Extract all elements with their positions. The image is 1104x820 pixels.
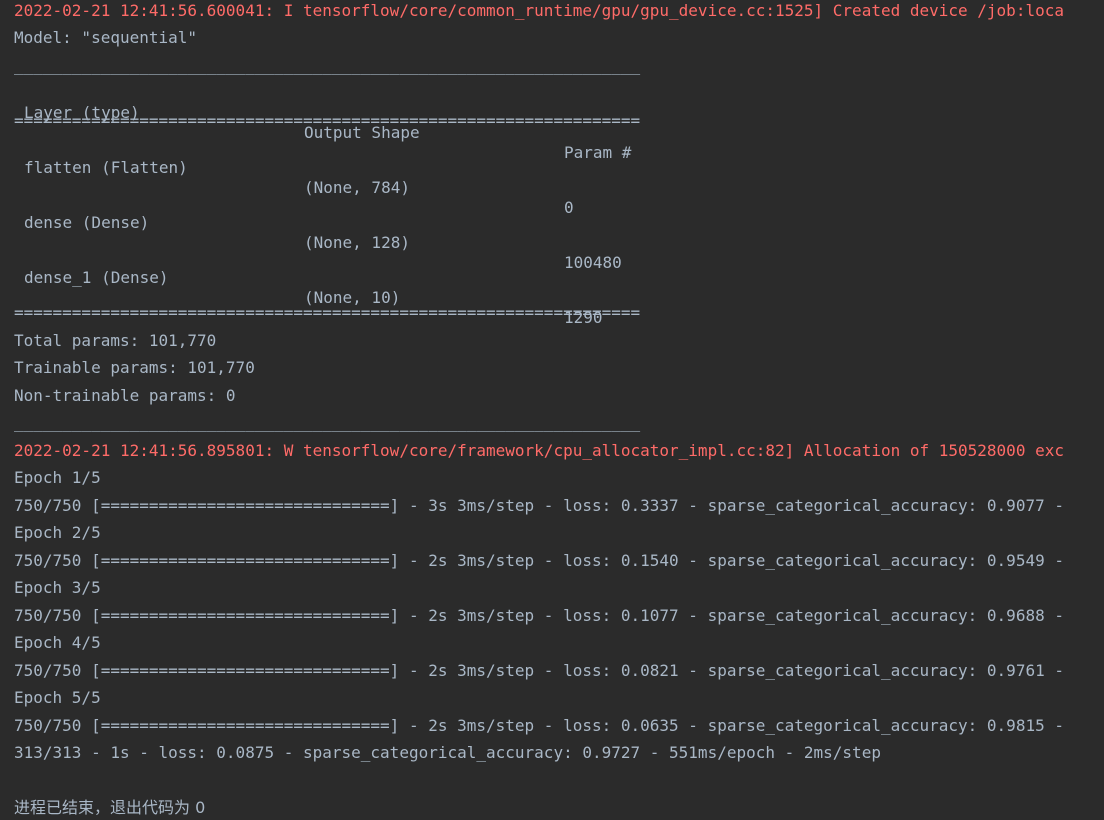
epoch-progress-line: 750/750 [==============================]… [14, 496, 1064, 515]
summary-footer-rule: ========================================… [14, 303, 641, 322]
epoch-progress-line: 750/750 [==============================]… [14, 716, 1064, 735]
layer-row: dense_1 (Dense) (None, 10) 1290 [14, 248, 714, 327]
layer-name: dense_1 (Dense) [24, 268, 169, 287]
summary-bottom-rule: ________________________________________… [14, 413, 641, 432]
process-exit-message: 进程已结束，退出代码为 0 [14, 798, 205, 818]
non-trainable-params-line: Non-trainable params: 0 [14, 386, 236, 405]
layer-row: flatten (Flatten) (None, 784) 0 [14, 138, 714, 217]
evaluation-result-line: 313/313 - 1s - loss: 0.0875 - sparse_cat… [14, 743, 881, 762]
allocation-warning-log-line: 2022-02-21 12:41:56.895801: W tensorflow… [14, 441, 1064, 460]
process-exit-text: 进程已结束，退出代码为 0 [14, 798, 206, 817]
layer-name: flatten (Flatten) [24, 158, 188, 177]
gpu-device-log-line: 2022-02-21 12:41:56.600041: I tensorflow… [14, 1, 1064, 20]
epoch-label: Epoch 4/5 [14, 633, 101, 652]
run-console-output[interactable]: 2022-02-21 12:41:56.600041: I tensorflow… [0, 0, 1104, 820]
epoch-progress-line: 750/750 [==============================]… [14, 606, 1064, 625]
epoch-progress-line: 750/750 [==============================]… [14, 551, 1064, 570]
layer-name: dense (Dense) [24, 213, 150, 232]
trainable-params-line: Trainable params: 101,770 [14, 358, 255, 377]
model-name-line: Model: "sequential" [14, 28, 198, 47]
summary-header-rule: ========================================… [14, 111, 641, 130]
epoch-progress-line: 750/750 [==============================]… [14, 661, 1064, 680]
epoch-label: Epoch 3/5 [14, 578, 101, 597]
epoch-label: Epoch 1/5 [14, 468, 101, 487]
epoch-label: Epoch 2/5 [14, 523, 101, 542]
summary-top-rule: ________________________________________… [14, 56, 641, 75]
layer-row: dense (Dense) (None, 128) 100480 [14, 193, 714, 272]
summary-header-row: Layer (type) Output Shape Param # [14, 83, 714, 162]
epoch-label: Epoch 5/5 [14, 688, 101, 707]
total-params-line: Total params: 101,770 [14, 331, 217, 350]
